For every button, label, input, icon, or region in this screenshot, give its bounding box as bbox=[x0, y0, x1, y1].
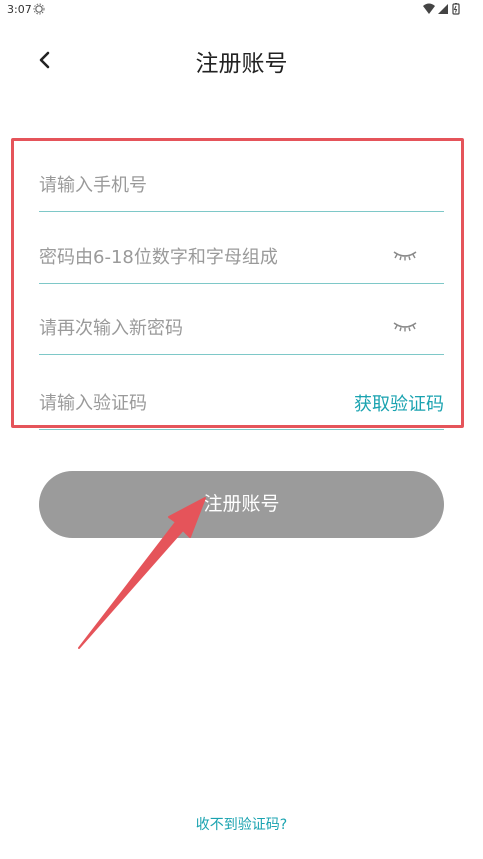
signal-icon bbox=[438, 4, 448, 14]
status-bar: 3:07 bbox=[0, 0, 483, 22]
no-code-link[interactable]: 收不到验证码? bbox=[0, 814, 483, 834]
settings-gear-icon bbox=[33, 3, 45, 15]
battery-icon bbox=[452, 3, 460, 15]
register-button[interactable]: 注册账号 bbox=[39, 471, 444, 538]
wifi-icon bbox=[423, 3, 435, 14]
page-title: 注册账号 bbox=[195, 51, 288, 77]
status-icons bbox=[423, 3, 460, 15]
register-screen: 3:07 注册账号 请输入手机号 请输入验证码 获取验证码 注册账号 收不到验证… bbox=[0, 0, 483, 859]
annotation-highlight-frame bbox=[11, 138, 464, 428]
status-time: 3:07 bbox=[7, 3, 32, 16]
